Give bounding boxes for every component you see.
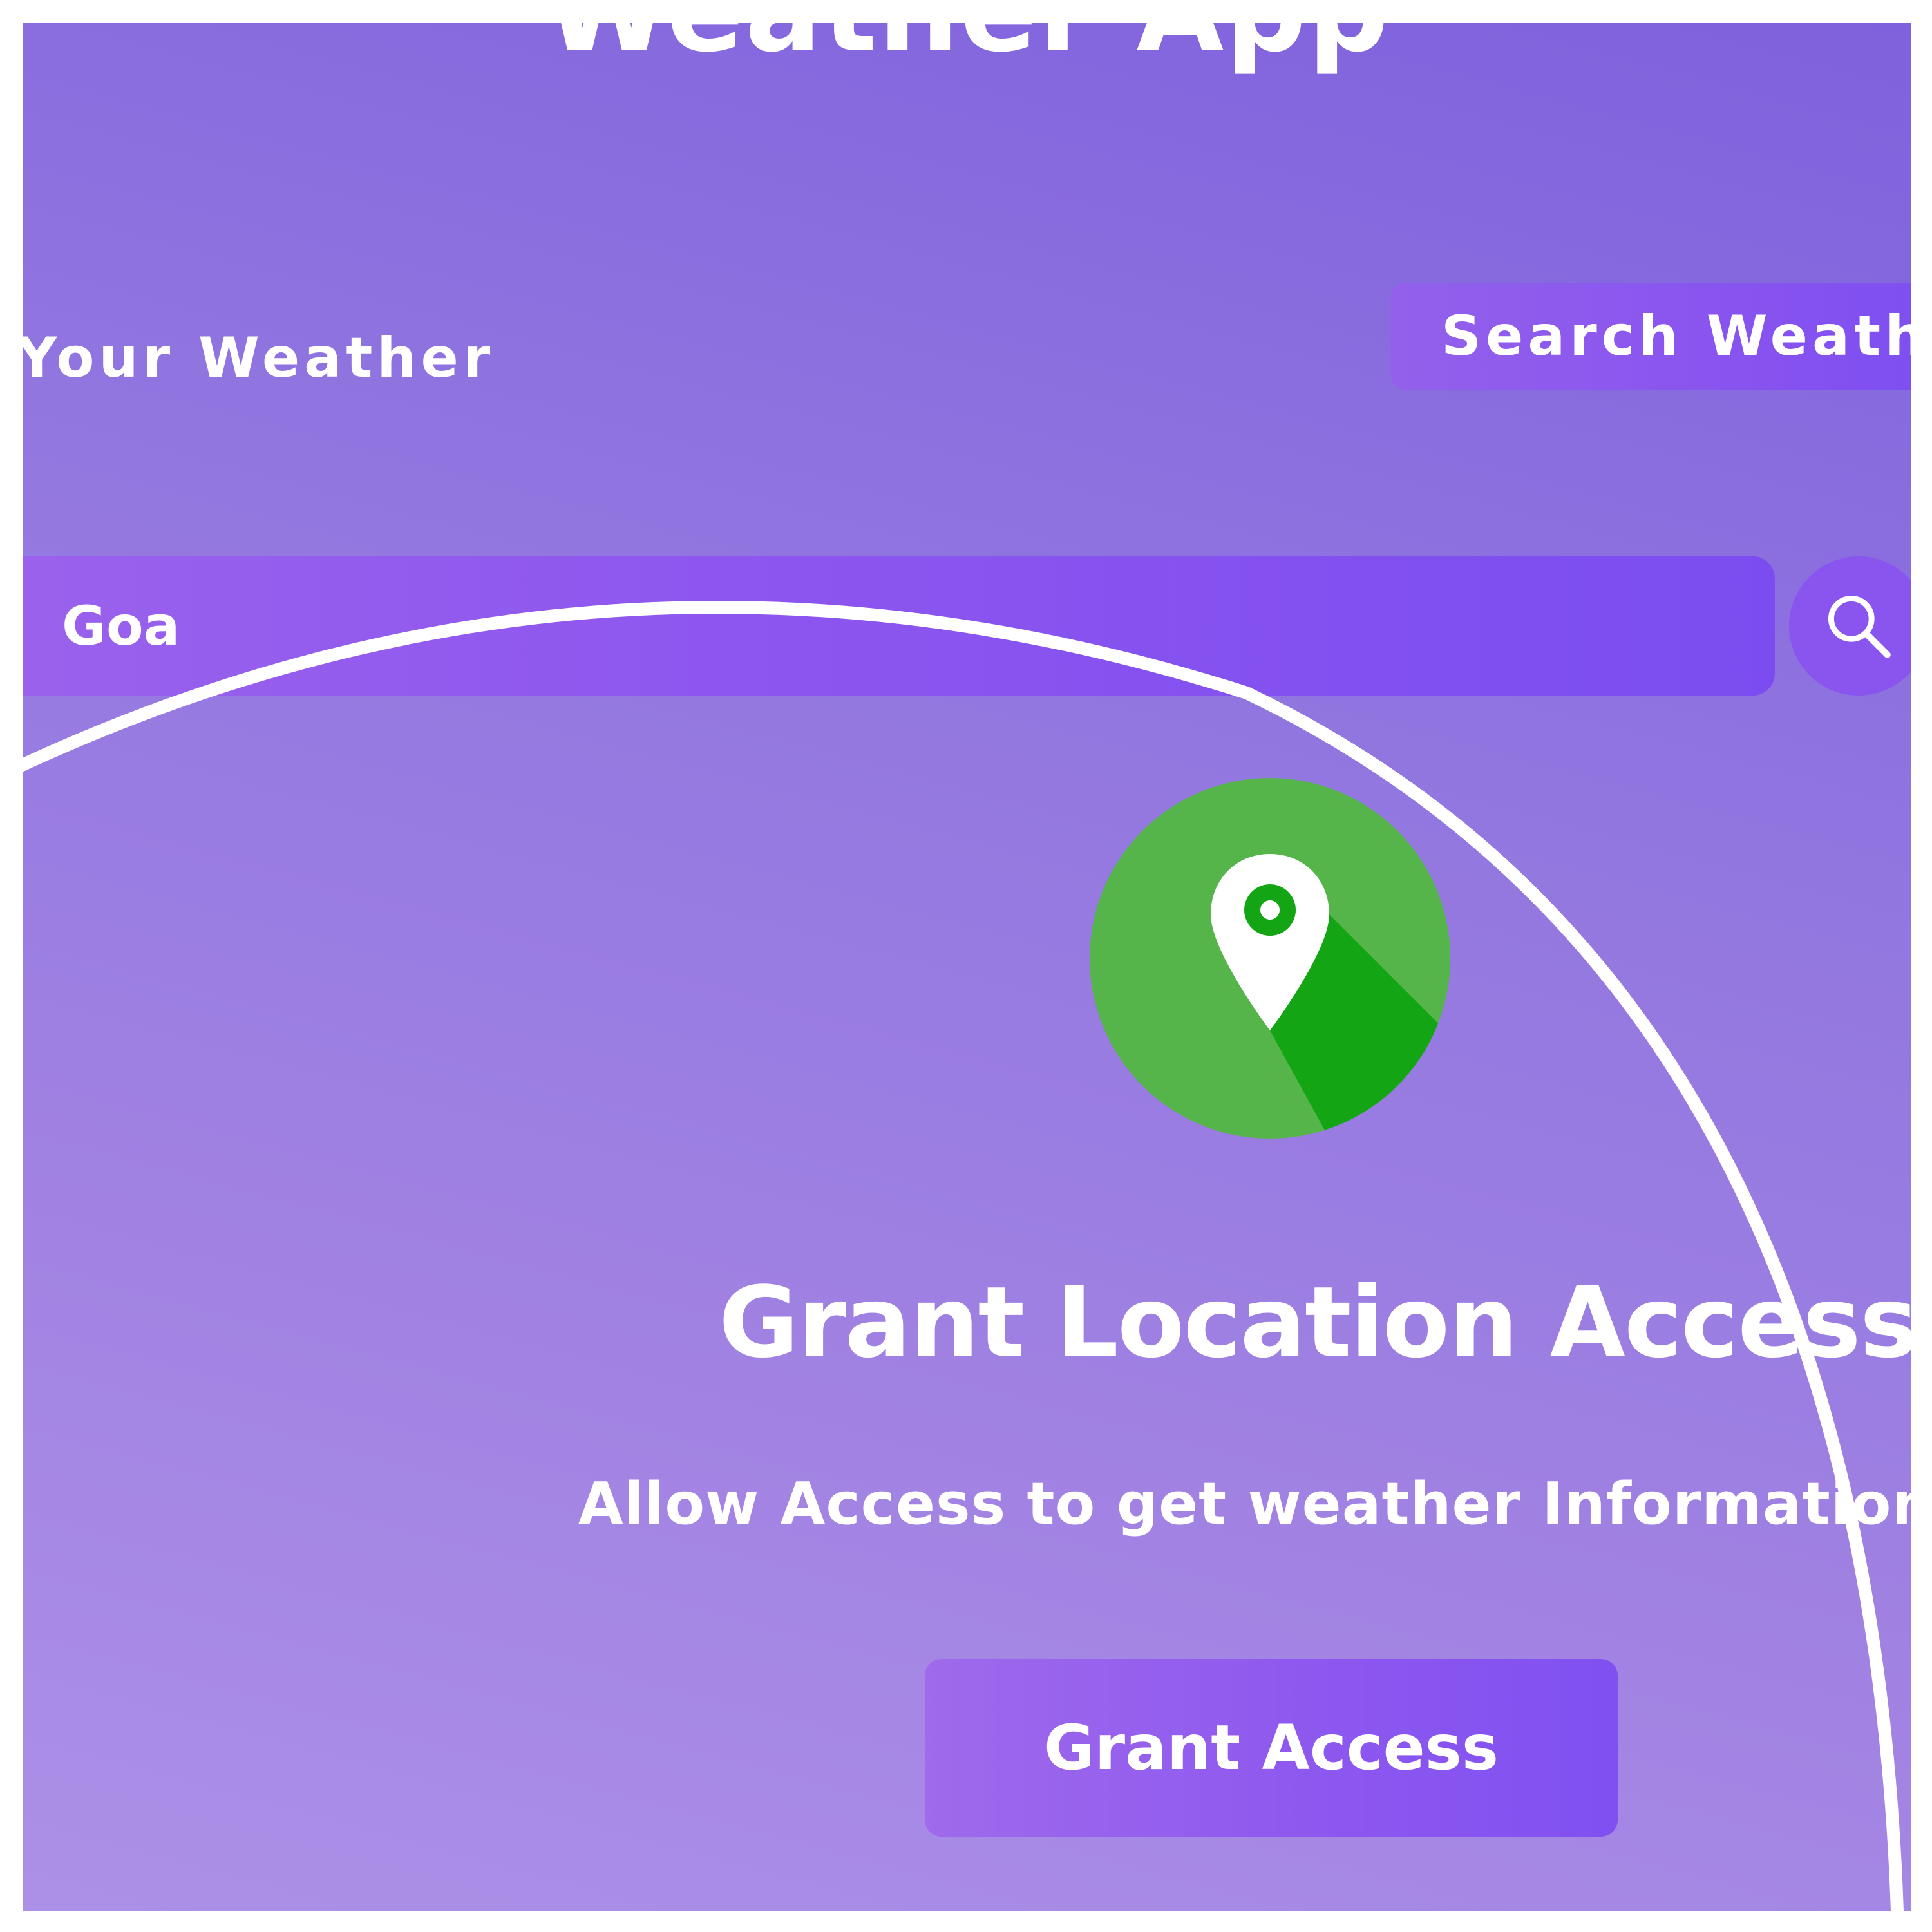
search-form — [23, 556, 1775, 696]
grant-location-heading: Grant Location Access — [719, 1265, 1911, 1379]
search-icon — [1828, 595, 1891, 658]
location-pin-icon — [1090, 778, 1450, 1139]
grant-location-subtext: Allow Access to get weather Information — [578, 1470, 1911, 1538]
tab-your-weather[interactable]: Your Weather — [23, 307, 495, 410]
grant-access-button[interactable]: Grant Access — [925, 1659, 1618, 1837]
tab-search-weather[interactable]: Search Weather — [1391, 283, 1911, 390]
search-button[interactable] — [1789, 556, 1911, 696]
tab-your-weather-label: Your Weather — [23, 326, 495, 390]
app-title: Weather App — [23, 23, 1911, 76]
tab-search-weather-label: Search Weather — [1441, 304, 1911, 368]
search-input[interactable] — [62, 562, 1672, 690]
app-viewport: Weather App Your Weather Search Weather — [23, 23, 1911, 1911]
